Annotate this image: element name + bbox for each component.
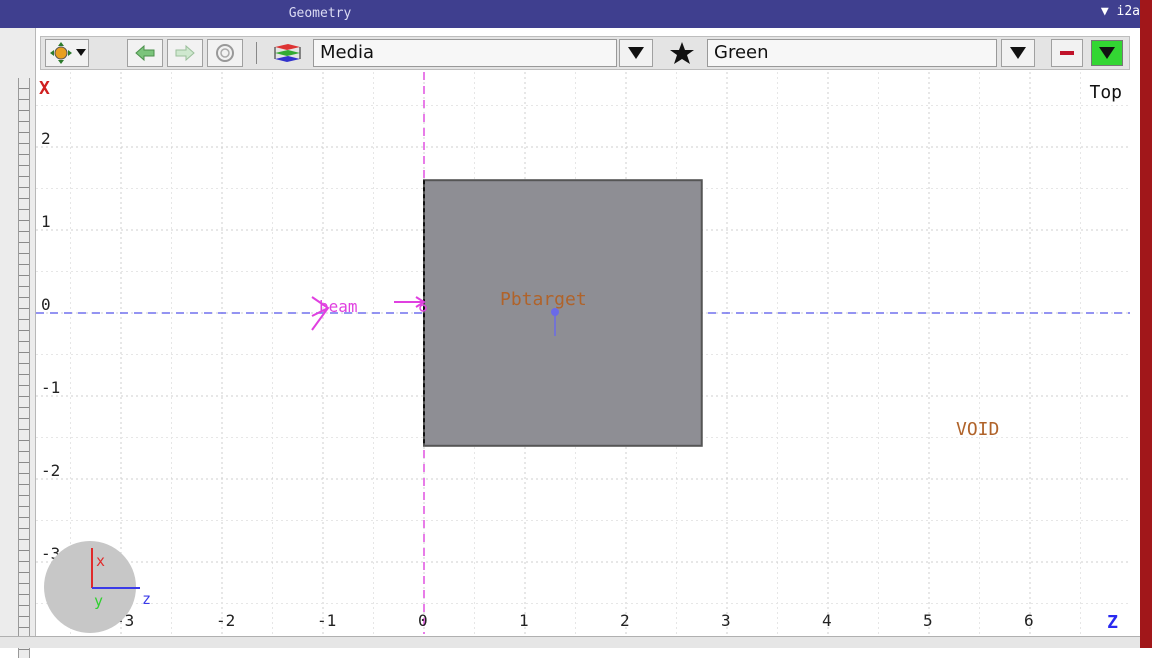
bottom-frame — [0, 636, 1140, 648]
forward-button[interactable] — [167, 39, 203, 67]
back-arrow-icon — [135, 44, 155, 62]
geometry-viewport[interactable]: -3 -2 -1 0 1 2 3 4 5 6 2 1 0 -1 -2 -3 X Z Top Pbtarget … — [36, 72, 1130, 634]
media-dropdown-button[interactable] — [619, 39, 653, 67]
color-select[interactable]: Green — [707, 39, 997, 67]
vertical-tick-label: 0 — [41, 295, 51, 314]
horizontal-tick-label: 1 — [519, 611, 529, 630]
void-label: VOID — [956, 419, 999, 440]
star-icon — [670, 42, 694, 64]
refresh-icon — [216, 44, 234, 62]
color-swatch — [1091, 40, 1123, 66]
window-title: Geometry — [288, 6, 352, 21]
beam-marker[interactable]: beam — [311, 296, 427, 331]
dropdown-arrow-icon — [1010, 47, 1026, 59]
pbtarget-label: Pbtarget — [500, 289, 587, 310]
color-dropdown-button[interactable] — [1001, 39, 1035, 67]
horizontal-tick-label: 6 — [1024, 611, 1034, 630]
window-titlebar: Geometry ▼ i2a — [0, 0, 1140, 28]
window-right-edge — [1140, 0, 1152, 648]
forward-arrow-icon — [175, 44, 195, 62]
media-layers-button[interactable] — [267, 39, 307, 67]
horizontal-tick-label: 4 — [822, 611, 832, 630]
horizontal-tick-label: 0 — [418, 611, 428, 630]
vertical-tick-label: -1 — [41, 378, 60, 397]
window-corner-label[interactable]: ▼ i2a — [1101, 4, 1140, 19]
vertical-tick-label: 2 — [41, 129, 51, 148]
dropdown-arrow-icon — [628, 47, 644, 59]
refresh-button[interactable] — [207, 39, 243, 67]
remove-button[interactable] — [1051, 39, 1083, 67]
orientation-widget[interactable]: x y z — [44, 541, 151, 633]
vertical-ruler[interactable] — [18, 78, 30, 658]
media-select[interactable]: Media — [313, 39, 617, 67]
back-button[interactable] — [127, 39, 163, 67]
geometry-toolbar: Media Green — [40, 36, 1130, 70]
pbtarget-region[interactable] — [423, 179, 703, 447]
color-swatch-button[interactable] — [1089, 39, 1125, 67]
horizontal-tick-label: 5 — [923, 611, 933, 630]
view-label[interactable]: Top — [1089, 82, 1122, 103]
beam-label: beam — [319, 297, 358, 316]
horizontal-tick-label: -1 — [317, 611, 336, 630]
viewport-drawing[interactable]: -3 -2 -1 0 1 2 3 4 5 6210-1-2-3 X Z Top Pbtarget … — [36, 72, 1130, 634]
move-icon — [50, 42, 86, 64]
vertical-tick-label: 1 — [41, 212, 51, 231]
orientation-x-label: x — [96, 552, 105, 570]
minus-icon — [1060, 51, 1074, 55]
horizontal-tick-label: 3 — [721, 611, 731, 630]
horizontal-tick-label: -2 — [216, 611, 235, 630]
media-layers-icon — [274, 44, 301, 62]
orientation-z-label: z — [142, 590, 151, 608]
left-ruler-panel — [0, 28, 36, 658]
horizontal-tick-label: 2 — [620, 611, 630, 630]
move-tool-button[interactable] — [45, 39, 89, 67]
vertical-axis-label: X — [39, 78, 50, 99]
orientation-y-label: y — [94, 592, 103, 610]
dropdown-arrow-icon — [1099, 47, 1115, 59]
horizontal-axis-label: Z — [1107, 612, 1118, 633]
vertical-tick-label: -2 — [41, 461, 60, 480]
toolbar-separator — [253, 39, 259, 67]
favorite-button[interactable] — [665, 39, 699, 67]
